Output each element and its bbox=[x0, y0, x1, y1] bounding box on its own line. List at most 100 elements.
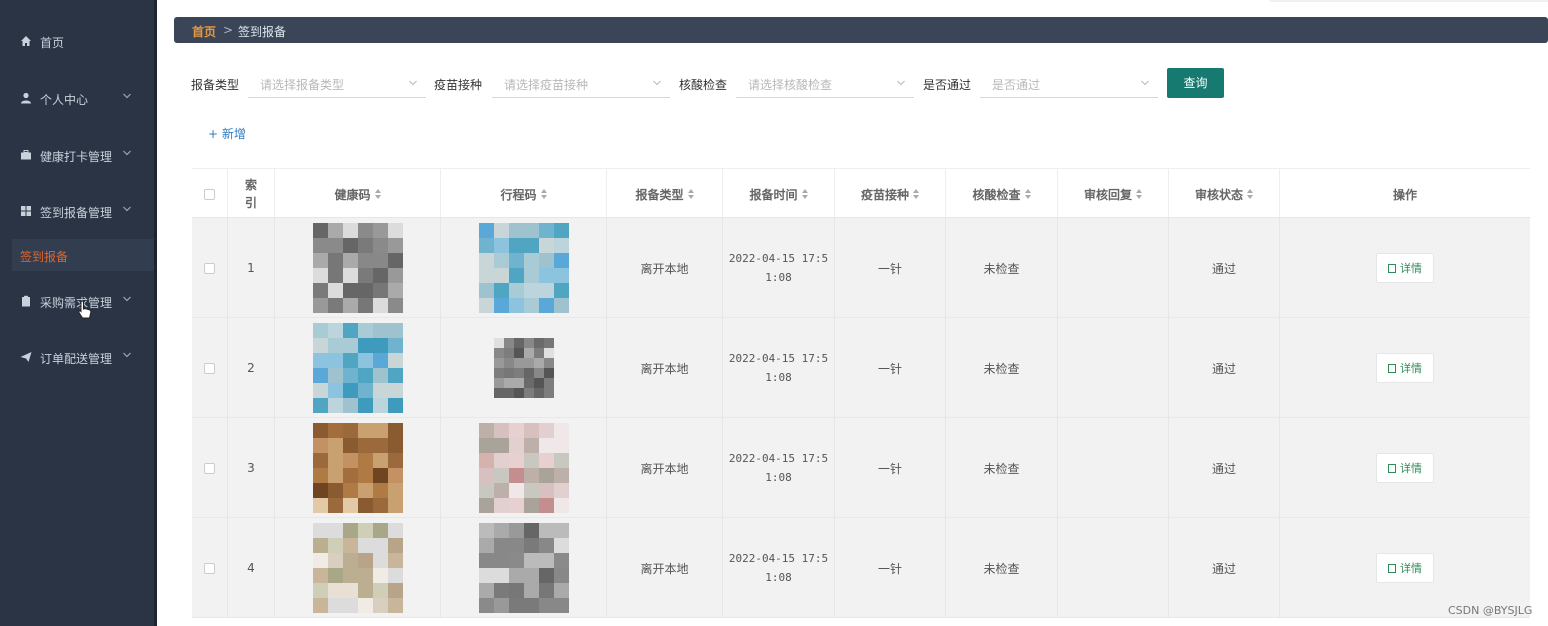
cell-text: 一针 bbox=[877, 361, 902, 376]
breadcrumb-home-link[interactable]: 首页 bbox=[192, 23, 216, 40]
send-icon bbox=[20, 351, 32, 363]
sort-icon bbox=[801, 189, 808, 199]
select-placeholder: 请选择报备类型 bbox=[260, 78, 345, 92]
cell-text: 未检查 bbox=[983, 561, 1020, 576]
review-status-cell: 通过 bbox=[1169, 318, 1280, 418]
nucleic-select[interactable]: 请选择核酸检查 bbox=[736, 68, 914, 98]
travel-code-image[interactable] bbox=[478, 223, 569, 313]
travel-code-image[interactable] bbox=[493, 338, 554, 398]
chevron-down-icon bbox=[653, 80, 661, 86]
passed-select[interactable]: 是否通过 bbox=[980, 68, 1158, 98]
sidebar-item-purchase-demand[interactable]: 采购需求管理 bbox=[0, 286, 154, 316]
detail-button-label: 详情 bbox=[1400, 362, 1422, 375]
index-cell: 3 bbox=[228, 418, 275, 518]
cell-text: 2 bbox=[247, 361, 255, 375]
sidebar-subitem-label: 签到报备 bbox=[20, 250, 69, 264]
header-health-code[interactable]: 健康码 bbox=[275, 169, 441, 219]
header-nucleic[interactable]: 核酸检查 bbox=[946, 169, 1058, 219]
filter-label-nucleic: 核酸检查 bbox=[679, 78, 728, 92]
chevron-down-icon bbox=[409, 80, 417, 86]
document-icon bbox=[1388, 363, 1396, 373]
health-code-image[interactable] bbox=[312, 423, 403, 513]
table-row: 4 离开本地 2022-04-15 17:51:08 一针 未检查 通过 详情 bbox=[192, 518, 1530, 618]
select-placeholder: 请选择疫苗接种 bbox=[504, 78, 589, 92]
sidebar-item-health-checkin[interactable]: 健康打卡管理 bbox=[0, 140, 154, 170]
header-actions: 操作 bbox=[1392, 187, 1417, 202]
grid-icon bbox=[20, 205, 32, 217]
cell-text: 通过 bbox=[1211, 561, 1236, 576]
row-select-cell bbox=[192, 218, 228, 318]
detail-button[interactable]: 详情 bbox=[1376, 253, 1434, 283]
health-code-image[interactable] bbox=[312, 223, 403, 313]
header-report-type[interactable]: 报备类型 bbox=[607, 169, 723, 219]
row-checkbox[interactable] bbox=[204, 362, 215, 374]
report-type-select[interactable]: 请选择报备类型 bbox=[248, 68, 426, 98]
health-code-image[interactable] bbox=[312, 323, 403, 413]
detail-button-label: 详情 bbox=[1400, 462, 1422, 475]
report-time-cell: 2022-04-15 17:51:08 bbox=[723, 418, 835, 518]
chevron-down-icon bbox=[123, 206, 131, 212]
sort-icon bbox=[687, 189, 694, 199]
detail-button[interactable]: 详情 bbox=[1376, 453, 1434, 483]
header-travel-code[interactable]: 行程码 bbox=[441, 169, 607, 219]
sidebar-item-order-delivery[interactable]: 订单配送管理 bbox=[0, 342, 154, 372]
add-button[interactable]: + 新增 bbox=[208, 125, 246, 142]
row-checkbox[interactable] bbox=[204, 262, 215, 274]
header-report-time[interactable]: 报备时间 bbox=[723, 169, 835, 219]
review-reply-cell bbox=[1058, 518, 1169, 618]
sort-icon bbox=[1247, 189, 1253, 199]
health-code-image[interactable] bbox=[312, 523, 403, 613]
vaccine-cell: 一针 bbox=[835, 518, 946, 618]
header-review-status[interactable]: 审核状态 bbox=[1169, 169, 1280, 219]
nucleic-cell: 未检查 bbox=[946, 518, 1058, 618]
health-code-cell bbox=[275, 418, 441, 518]
select-all-checkbox[interactable] bbox=[204, 188, 215, 200]
row-select-cell bbox=[192, 518, 228, 618]
cell-text: 离开本地 bbox=[640, 261, 689, 276]
health-code-cell bbox=[275, 518, 441, 618]
breadcrumb-separator: > bbox=[223, 23, 234, 37]
vaccine-select[interactable]: 请选择疫苗接种 bbox=[492, 68, 670, 98]
breadcrumb-current: 签到报备 bbox=[238, 25, 287, 39]
detail-button[interactable]: 详情 bbox=[1376, 553, 1434, 583]
cell-text: 离开本地 bbox=[640, 461, 689, 476]
sidebar-item-signin-report[interactable]: 签到报备管理 bbox=[0, 196, 154, 226]
sidebar-subitem-signin-report[interactable]: 签到报备 bbox=[12, 239, 154, 271]
row-checkbox[interactable] bbox=[204, 562, 215, 574]
cell-text: 通过 bbox=[1211, 461, 1236, 476]
cell-text: 一针 bbox=[877, 461, 902, 476]
index-cell: 2 bbox=[228, 318, 275, 418]
chevron-down-icon bbox=[897, 80, 905, 86]
vaccine-cell: 一针 bbox=[835, 418, 946, 518]
row-checkbox[interactable] bbox=[204, 462, 215, 474]
cell-text: 2022-04-15 17:51:08 bbox=[728, 452, 829, 484]
cell-text: 未检查 bbox=[983, 361, 1020, 376]
travel-code-cell bbox=[441, 318, 607, 418]
sidebar-item-label: 个人中心 bbox=[40, 93, 89, 107]
sort-icon bbox=[913, 189, 919, 199]
review-reply-cell bbox=[1058, 418, 1169, 518]
filter-label-report-type: 报备类型 bbox=[191, 78, 240, 92]
cell-text: 通过 bbox=[1211, 261, 1236, 276]
sidebar-item-personal-center[interactable]: 个人中心 bbox=[0, 83, 154, 113]
query-button[interactable]: 查询 bbox=[1167, 68, 1224, 98]
actions-cell: 详情 bbox=[1280, 218, 1530, 318]
detail-button[interactable]: 详情 bbox=[1376, 353, 1434, 383]
travel-code-image[interactable] bbox=[478, 523, 569, 613]
report-time-cell: 2022-04-15 17:51:08 bbox=[723, 518, 835, 618]
row-select-cell bbox=[192, 318, 228, 418]
home-icon bbox=[20, 35, 32, 47]
sidebar-item-home[interactable]: 首页 bbox=[0, 26, 154, 56]
header-vaccine[interactable]: 疫苗接种 bbox=[835, 169, 946, 219]
select-placeholder: 请选择核酸检查 bbox=[748, 78, 833, 92]
chevron-down-icon bbox=[123, 150, 131, 156]
report-type-cell: 离开本地 bbox=[607, 218, 723, 318]
cell-text: 2022-04-15 17:51:08 bbox=[728, 252, 829, 284]
review-status-cell: 通过 bbox=[1169, 418, 1280, 518]
header-review-reply[interactable]: 审核回复 bbox=[1058, 169, 1169, 219]
travel-code-image[interactable] bbox=[478, 423, 569, 513]
header-label: 核酸检查 bbox=[972, 187, 1021, 202]
report-time-cell: 2022-04-15 17:51:08 bbox=[723, 318, 835, 418]
review-status-cell: 通过 bbox=[1169, 218, 1280, 318]
sort-icon bbox=[374, 189, 381, 199]
